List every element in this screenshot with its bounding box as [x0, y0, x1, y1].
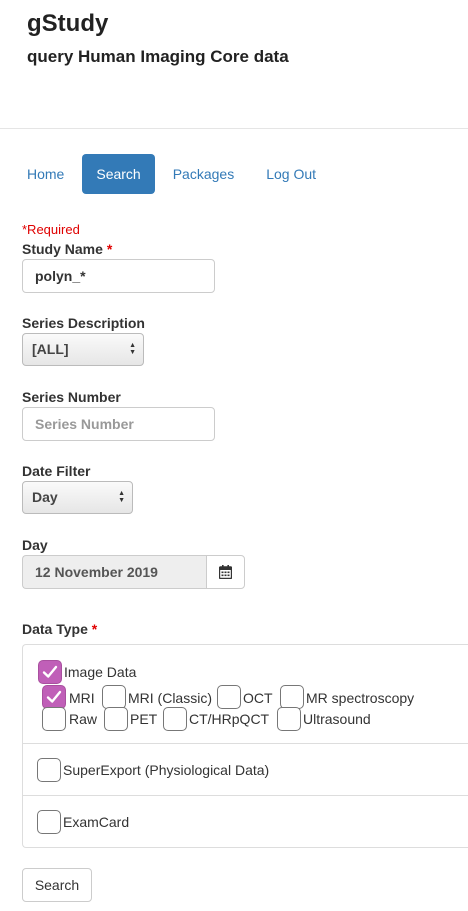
required-star: *	[91, 621, 98, 637]
mr-spectroscopy-label: MR spectroscopy	[306, 690, 415, 706]
exam-card-label: ExamCard	[63, 814, 130, 830]
app-title: gStudy	[27, 10, 109, 37]
data-type-label-text: Data Type	[22, 621, 88, 637]
select-arrows-icon: ▲ ▼	[118, 490, 125, 504]
exam-card-row: ExamCard	[23, 795, 468, 847]
day-input[interactable]: 12 November 2019	[22, 555, 206, 589]
ultrasound-label: Ultrasound	[303, 711, 371, 727]
data-type-label: Data Type *	[22, 621, 97, 637]
series-number-label: Series Number	[22, 389, 121, 405]
series-description-label: Series Description	[22, 315, 145, 331]
main-nav: Home Search Packages Log Out	[13, 154, 334, 194]
pet-checkbox[interactable]	[104, 707, 128, 731]
series-description-select[interactable]: [ALL] ▲ ▼	[22, 333, 144, 366]
search-button[interactable]: Search	[22, 868, 92, 902]
ct-hrpqct-checkbox[interactable]	[163, 707, 187, 731]
mri-classic-checkbox[interactable]	[102, 685, 126, 709]
header-divider	[0, 128, 468, 129]
raw-checkbox[interactable]	[42, 707, 66, 731]
study-name-label-text: Study Name	[22, 241, 103, 257]
nav-logout[interactable]: Log Out	[252, 154, 330, 194]
app-subtitle: query Human Imaging Core data	[27, 47, 289, 66]
date-filter-label: Date Filter	[22, 463, 91, 479]
check-icon	[42, 665, 58, 678]
nav-search[interactable]: Search	[82, 154, 155, 194]
oct-label: OCT	[243, 690, 273, 706]
mr-spectroscopy-checkbox[interactable]	[280, 685, 304, 709]
select-arrows-icon: ▲ ▼	[129, 342, 136, 356]
date-filter-value: Day	[32, 489, 58, 505]
raw-label: Raw	[69, 711, 98, 727]
exam-card-checkbox[interactable]	[37, 810, 61, 834]
check-icon	[46, 690, 62, 703]
mri-classic-label: MRI (Classic)	[128, 690, 212, 706]
data-type-panel: Image Data MRI MRI (Classic) OCT MR spec…	[22, 644, 468, 848]
series-number-input[interactable]	[22, 407, 215, 441]
calendar-button[interactable]	[206, 555, 245, 589]
nav-home[interactable]: Home	[13, 154, 78, 194]
series-description-value: [ALL]	[32, 341, 69, 357]
study-name-label: Study Name *	[22, 241, 112, 257]
image-data-checkbox[interactable]	[38, 660, 62, 684]
date-filter-select[interactable]: Day ▲ ▼	[22, 481, 133, 514]
study-name-input[interactable]	[22, 259, 215, 293]
ultrasound-checkbox[interactable]	[277, 707, 301, 731]
day-date-picker: 12 November 2019	[22, 555, 245, 589]
nav-packages[interactable]: Packages	[159, 154, 248, 194]
super-export-label: SuperExport (Physiological Data)	[63, 762, 270, 778]
pet-label: PET	[130, 711, 158, 727]
required-note: *Required	[22, 222, 80, 237]
calendar-icon	[219, 565, 232, 579]
mri-checkbox[interactable]	[42, 685, 66, 709]
day-label: Day	[22, 537, 48, 553]
ct-hrpqct-label: CT/HRpQCT	[189, 711, 270, 727]
image-data-label: Image Data	[64, 664, 137, 680]
required-star: *	[106, 241, 113, 257]
super-export-row: SuperExport (Physiological Data)	[23, 743, 468, 795]
super-export-checkbox[interactable]	[37, 758, 61, 782]
mri-label: MRI	[69, 690, 95, 706]
oct-checkbox[interactable]	[217, 685, 241, 709]
